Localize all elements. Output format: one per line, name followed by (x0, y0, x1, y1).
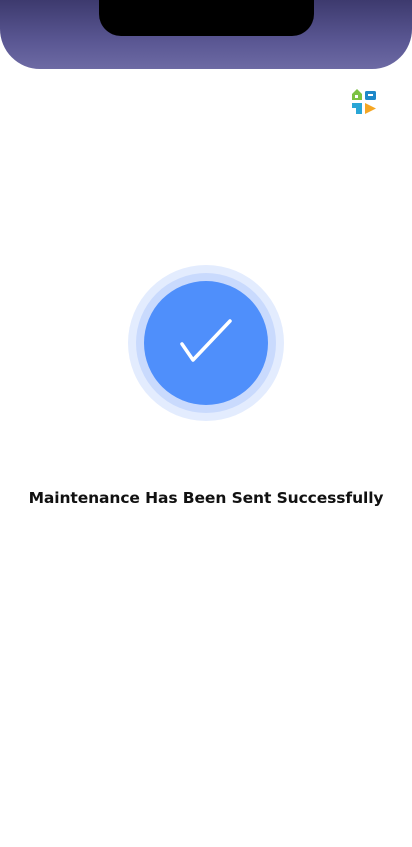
app-logo-graphic (352, 89, 376, 114)
device-notch (99, 0, 314, 36)
checkmark-icon (180, 319, 232, 362)
success-message: Maintenance Has Been Sent Successfully (28, 489, 384, 507)
app-logo-icon (350, 88, 378, 116)
success-graphic (128, 265, 284, 421)
header-bar (0, 0, 412, 69)
